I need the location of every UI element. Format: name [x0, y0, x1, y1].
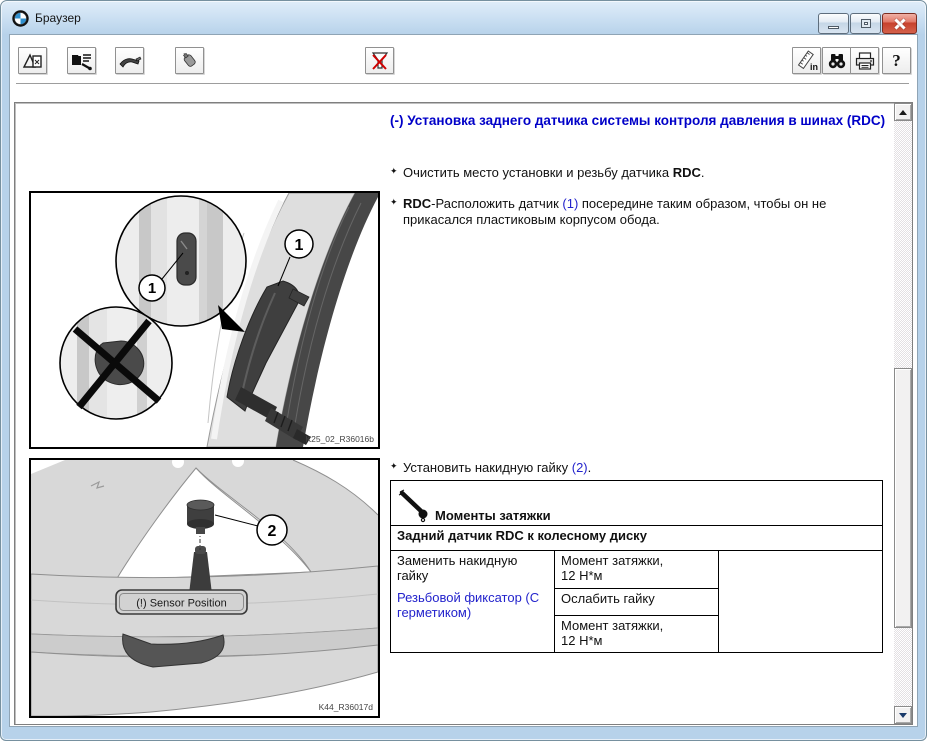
torque-empty-cell — [719, 551, 883, 653]
figure1-code: K25_02_R36016b — [305, 434, 374, 444]
bullet1-keyword: RDC — [673, 165, 701, 180]
torque-value-cell: Момент затяжки, 12 Н*м — [555, 551, 719, 589]
bullet3-text: Установить накидную гайку — [403, 460, 572, 475]
table-row: Заменить накидную гайку Резьбовой фиксат… — [391, 551, 883, 589]
printer-icon — [854, 51, 876, 71]
vertical-scrollbar[interactable] — [894, 103, 912, 724]
minimize-button[interactable] — [818, 13, 849, 34]
bullet-clean-sensor: ✦ Очистить место установки и резьбу датч… — [390, 165, 877, 181]
maximize-icon — [861, 19, 871, 28]
bullet-icon: ✦ — [390, 458, 398, 474]
torque-value-cell: Ослабить гайку — [555, 589, 719, 616]
torque-value-line: 12 Н*м — [561, 633, 712, 648]
torque-value-line: 12 Н*м — [561, 568, 712, 583]
torque-value-line: Момент затяжки, — [561, 553, 712, 568]
filter-remove-icon — [369, 50, 391, 72]
window-controls — [817, 13, 917, 34]
thread-locker-link[interactable]: Резьбовой фиксатор (С герметиком) — [397, 590, 548, 620]
maximize-button[interactable] — [850, 13, 881, 34]
browser-window: Браузер — [0, 0, 927, 741]
adhesive-bottle-icon — [179, 51, 201, 71]
bmw-logo-icon — [12, 10, 29, 27]
help-icon: ? — [892, 51, 901, 71]
document-folder-icon — [71, 51, 93, 71]
torque-table-header-cell: Моменты затяжки — [391, 481, 883, 526]
bullet-install-nut: ✦ Установить накидную гайку (2). — [390, 460, 877, 476]
figure-rdc-sensor-position[interactable]: 1 1 K25_02_R3601 — [29, 191, 380, 449]
figure-union-nut[interactable]: 2 (!) Sensor Position K44_R36017d — [29, 458, 380, 718]
figure1-callout-inner: 1 — [148, 280, 156, 297]
help-button[interactable]: ? — [882, 47, 911, 74]
torque-table-title: Моменты затяжки — [435, 508, 551, 523]
table-row: Моменты затяжки — [391, 481, 883, 526]
figure2-code: K44_R36017d — [319, 702, 374, 712]
torque-value-line: Момент затяжки, — [561, 618, 712, 633]
toolbar-separator — [16, 83, 909, 84]
special-tools-button[interactable] — [115, 47, 144, 74]
client-area: in ? — [9, 34, 918, 727]
window-title: Браузер — [35, 11, 81, 25]
bullet2-text: -Расположить датчик — [431, 196, 562, 211]
binoculars-icon — [826, 51, 848, 71]
callout-ref-1[interactable]: (1) — [562, 196, 578, 211]
bullet1-end: . — [701, 165, 705, 180]
bullet-position-sensor: ✦ RDC-Расположить датчик (1) посередине … — [390, 196, 877, 228]
figure2-callout: 2 — [268, 523, 277, 540]
remove-filter-button[interactable] — [365, 47, 394, 74]
callout-ref-2[interactable]: (2) — [572, 460, 588, 475]
document-view: 1 1 K25_02_R3601 — [14, 102, 913, 725]
table-row: Задний датчик RDC к колесному диску — [391, 526, 883, 551]
documents-button[interactable] — [67, 47, 96, 74]
titlebar[interactable]: Браузер — [1, 1, 926, 34]
figure1-graphic: 1 1 K25_02_R3601 — [31, 193, 378, 447]
bullet-icon: ✦ — [390, 194, 398, 210]
minimize-icon — [828, 26, 839, 29]
torque-wrench-icon — [397, 489, 433, 523]
close-button[interactable] — [882, 13, 917, 34]
torque-item-text: Заменить накидную гайку — [397, 553, 517, 583]
print-button[interactable] — [850, 47, 879, 74]
bullet1-text: Очистить место установки и резьбу датчик… — [403, 165, 673, 180]
adhesive-button[interactable] — [175, 47, 204, 74]
scrollbar-thumb[interactable] — [894, 368, 912, 628]
units-label: in — [810, 62, 818, 72]
close-icon — [894, 18, 905, 29]
graphic-preview-button[interactable] — [18, 47, 47, 74]
torque-table-subheader-cell: Задний датчик RDC к колесному диску — [391, 526, 883, 551]
special-tool-icon — [118, 51, 142, 71]
graphic-preview-icon — [22, 51, 44, 71]
figure1-callout: 1 — [295, 237, 304, 254]
bullet2-keyword: RDC — [403, 196, 431, 211]
torque-value-line: Ослабить гайку — [561, 591, 712, 606]
torque-table: Моменты затяжки Задний датчик RDC к коле… — [390, 480, 883, 653]
search-button[interactable] — [822, 47, 851, 74]
units-button[interactable]: in — [792, 47, 821, 74]
torque-item-cell: Заменить накидную гайку Резьбовой фиксат… — [391, 551, 555, 653]
figure2-graphic: 2 (!) Sensor Position K44_R36017d — [31, 460, 378, 716]
scroll-up-button[interactable] — [894, 103, 912, 121]
bullet-icon: ✦ — [390, 163, 398, 179]
sensor-position-badge: (!) Sensor Position — [136, 598, 226, 610]
bullet3-end: . — [588, 460, 592, 475]
torque-value-cell: Момент затяжки, 12 Н*м — [555, 616, 719, 653]
scroll-down-button[interactable] — [894, 706, 912, 724]
scroll-down-icon — [899, 713, 907, 718]
scroll-up-icon — [899, 110, 907, 115]
page-title: (-) Установка заднего датчика системы ко… — [390, 110, 890, 131]
